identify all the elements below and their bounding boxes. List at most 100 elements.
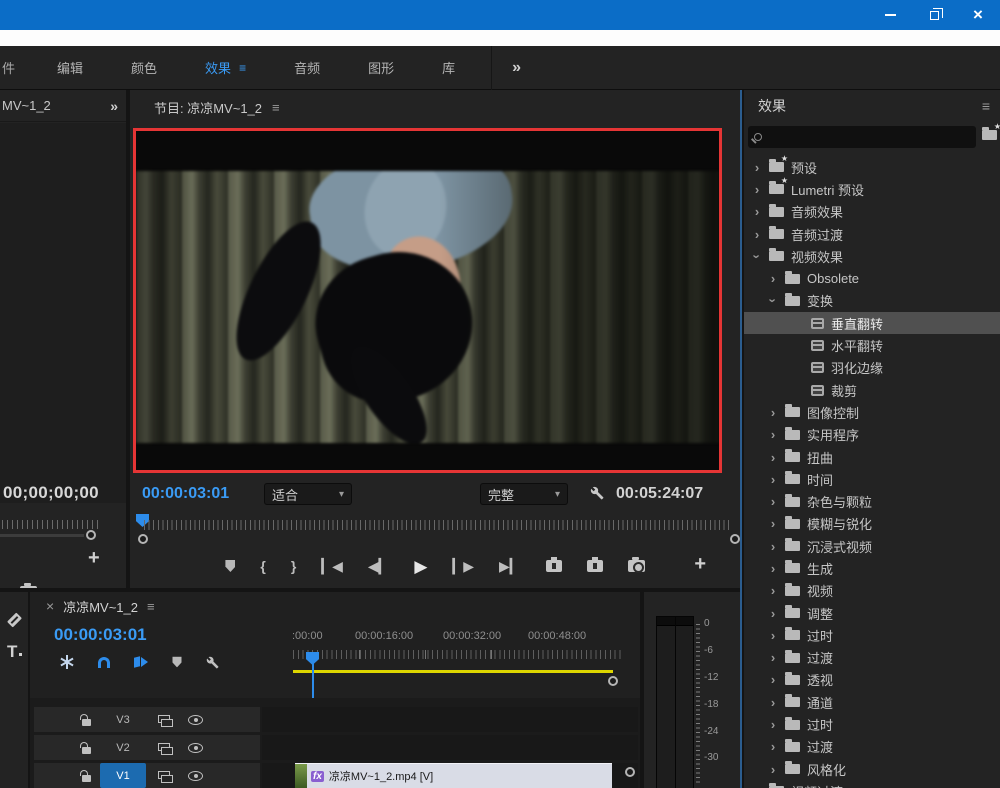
chevron-right-icon[interactable]: ›	[768, 516, 778, 531]
workspace-overflow-icon[interactable]: »	[512, 59, 521, 77]
track-name-V2[interactable]: V2	[100, 742, 146, 754]
workspace-tab-menu-icon[interactable]: ≡	[239, 61, 246, 75]
workspace-tab-库[interactable]: 库	[442, 58, 455, 77]
effects-folder-预设[interactable]: ›★预设	[744, 156, 1000, 178]
program-current-timecode[interactable]: 00:00:03:01	[142, 485, 229, 503]
workspace-tab-音频[interactable]: 音频	[294, 58, 320, 77]
button-editor-plus-icon[interactable]: +	[694, 554, 706, 574]
timeline-scroll-handle[interactable]	[625, 767, 635, 777]
new-custom-bin-icon[interactable]: ★	[982, 130, 997, 140]
effects-folder-视频过渡[interactable]: ›视频过渡	[744, 780, 1000, 788]
effects-folder-视频[interactable]: ›视频	[744, 580, 1000, 602]
window-restore-button[interactable]	[912, 0, 956, 30]
step-back-button[interactable]: ◀▎	[368, 559, 390, 573]
linked-selection-icon[interactable]	[134, 656, 148, 668]
timeline-current-timecode[interactable]: 00:00:03:01	[54, 625, 147, 645]
panel-divider[interactable]	[126, 90, 130, 592]
playback-resolution-select[interactable]: 完整 ▾	[480, 483, 568, 505]
chevron-right-icon[interactable]: ›	[752, 227, 762, 242]
program-seek-bar[interactable]	[130, 512, 740, 544]
add-marker-icon[interactable]	[173, 657, 182, 668]
chevron-down-icon[interactable]: ›	[750, 251, 765, 261]
chevron-right-icon[interactable]: ›	[768, 561, 778, 576]
workspace-tab-truncated[interactable]: 件	[2, 58, 15, 77]
timeline-settings-wrench-icon[interactable]	[206, 656, 219, 669]
chevron-right-icon[interactable]: ›	[768, 628, 778, 643]
timeline-zoom-handle[interactable]	[608, 676, 618, 686]
timeline-clip[interactable]: fx凉凉MV~1_2.mp4 [V]	[295, 763, 612, 788]
effects-folder-Lumetri 预设[interactable]: ›★Lumetri 预设	[744, 178, 1000, 200]
chevron-right-icon[interactable]: ›	[768, 695, 778, 710]
chevron-right-icon[interactable]: ›	[768, 539, 778, 554]
chevron-right-icon[interactable]: ›	[768, 672, 778, 687]
chevron-right-icon[interactable]: ›	[768, 606, 778, 621]
extract-icon[interactable]	[587, 560, 603, 572]
effects-folder-过时[interactable]: ›过时	[744, 624, 1000, 646]
effects-search-input[interactable]	[768, 130, 970, 144]
sync-lock-icon[interactable]	[158, 715, 171, 725]
effects-folder-视频效果[interactable]: ›视频效果	[744, 245, 1000, 267]
timeline-close-icon[interactable]: ×	[46, 598, 54, 614]
effects-folder-音频过渡[interactable]: ›音频过渡	[744, 223, 1000, 245]
mark-in-button[interactable]: {	[260, 559, 265, 573]
lift-icon[interactable]	[546, 560, 562, 572]
track-lock-icon[interactable]	[82, 719, 91, 726]
work-area-bar[interactable]	[293, 670, 613, 673]
track-lock-icon[interactable]	[82, 747, 91, 754]
chevron-right-icon[interactable]: ›	[752, 182, 762, 197]
mark-out-button[interactable]: }	[291, 559, 296, 573]
effects-folder-模糊与锐化[interactable]: ›模糊与锐化	[744, 513, 1000, 535]
chevron-right-icon[interactable]: ›	[752, 784, 762, 788]
effects-folder-沉浸式视频[interactable]: ›沉浸式视频	[744, 535, 1000, 557]
workspace-tab-图形[interactable]: 图形	[368, 58, 394, 77]
effects-folder-过渡[interactable]: ›过渡	[744, 647, 1000, 669]
effects-folder-生成[interactable]: ›生成	[744, 557, 1000, 579]
timeline-tab-label[interactable]: 凉凉MV~1_2	[63, 597, 138, 616]
track-lane-V3[interactable]	[262, 707, 638, 732]
effect-item-水平翻转[interactable]: 水平翻转	[744, 334, 1000, 356]
chevron-right-icon[interactable]: ›	[752, 160, 762, 175]
timeline-panel-menu-icon[interactable]: ≡	[147, 599, 155, 614]
snap-icon[interactable]	[98, 657, 110, 668]
effects-folder-变换[interactable]: ›变换	[744, 290, 1000, 312]
effects-folder-调整[interactable]: ›调整	[744, 602, 1000, 624]
effects-folder-扭曲[interactable]: ›扭曲	[744, 446, 1000, 468]
source-panel-overflow-icon[interactable]: »	[110, 98, 118, 114]
chevron-right-icon[interactable]: ›	[768, 739, 778, 754]
effects-search-box[interactable]	[748, 126, 976, 148]
track-name-V1[interactable]: V1	[100, 763, 146, 788]
effects-folder-杂色与颗粒[interactable]: ›杂色与颗粒	[744, 490, 1000, 512]
track-lane-V1[interactable]: fx凉凉MV~1_2.mp4 [V]	[262, 763, 638, 788]
chevron-right-icon[interactable]: ›	[768, 494, 778, 509]
window-minimize-button[interactable]	[868, 0, 912, 30]
program-video-viewport[interactable]	[133, 128, 722, 473]
effects-folder-透视[interactable]: ›透视	[744, 669, 1000, 691]
effects-folder-过时[interactable]: ›过时	[744, 713, 1000, 735]
effect-item-垂直翻转[interactable]: 垂直翻转	[744, 312, 1000, 334]
export-frame-icon[interactable]	[628, 560, 645, 572]
toggle-track-output-eye-icon[interactable]	[188, 743, 203, 753]
workspace-tab-编辑[interactable]: 编辑	[57, 58, 83, 77]
effect-item-裁剪[interactable]: 裁剪	[744, 379, 1000, 401]
effects-folder-图像控制[interactable]: ›图像控制	[744, 401, 1000, 423]
toggle-track-output-eye-icon[interactable]	[188, 715, 203, 725]
panel-divider[interactable]	[640, 592, 644, 788]
play-button[interactable]: ▶	[414, 558, 427, 575]
settings-wrench-icon[interactable]	[590, 486, 604, 500]
track-lane-V2[interactable]	[262, 735, 638, 760]
effects-folder-实用程序[interactable]: ›实用程序	[744, 424, 1000, 446]
chevron-right-icon[interactable]: ›	[768, 271, 778, 286]
effects-folder-通道[interactable]: ›通道	[744, 691, 1000, 713]
chevron-down-icon[interactable]: ›	[766, 296, 781, 306]
go-to-out-button[interactable]: ▶▎	[499, 559, 521, 573]
effects-folder-Obsolete[interactable]: ›Obsolete	[744, 267, 1000, 289]
sync-lock-icon[interactable]	[158, 771, 171, 781]
nest-sequence-icon[interactable]	[60, 655, 74, 669]
chevron-right-icon[interactable]: ›	[768, 650, 778, 665]
effects-folder-音频效果[interactable]: ›音频效果	[744, 201, 1000, 223]
razor-tool-icon[interactable]	[7, 613, 22, 628]
chevron-right-icon[interactable]: ›	[768, 405, 778, 420]
chevron-right-icon[interactable]: ›	[768, 583, 778, 598]
window-close-button[interactable]: ×	[956, 0, 1000, 30]
button-editor-plus-icon[interactable]: +	[88, 548, 100, 568]
